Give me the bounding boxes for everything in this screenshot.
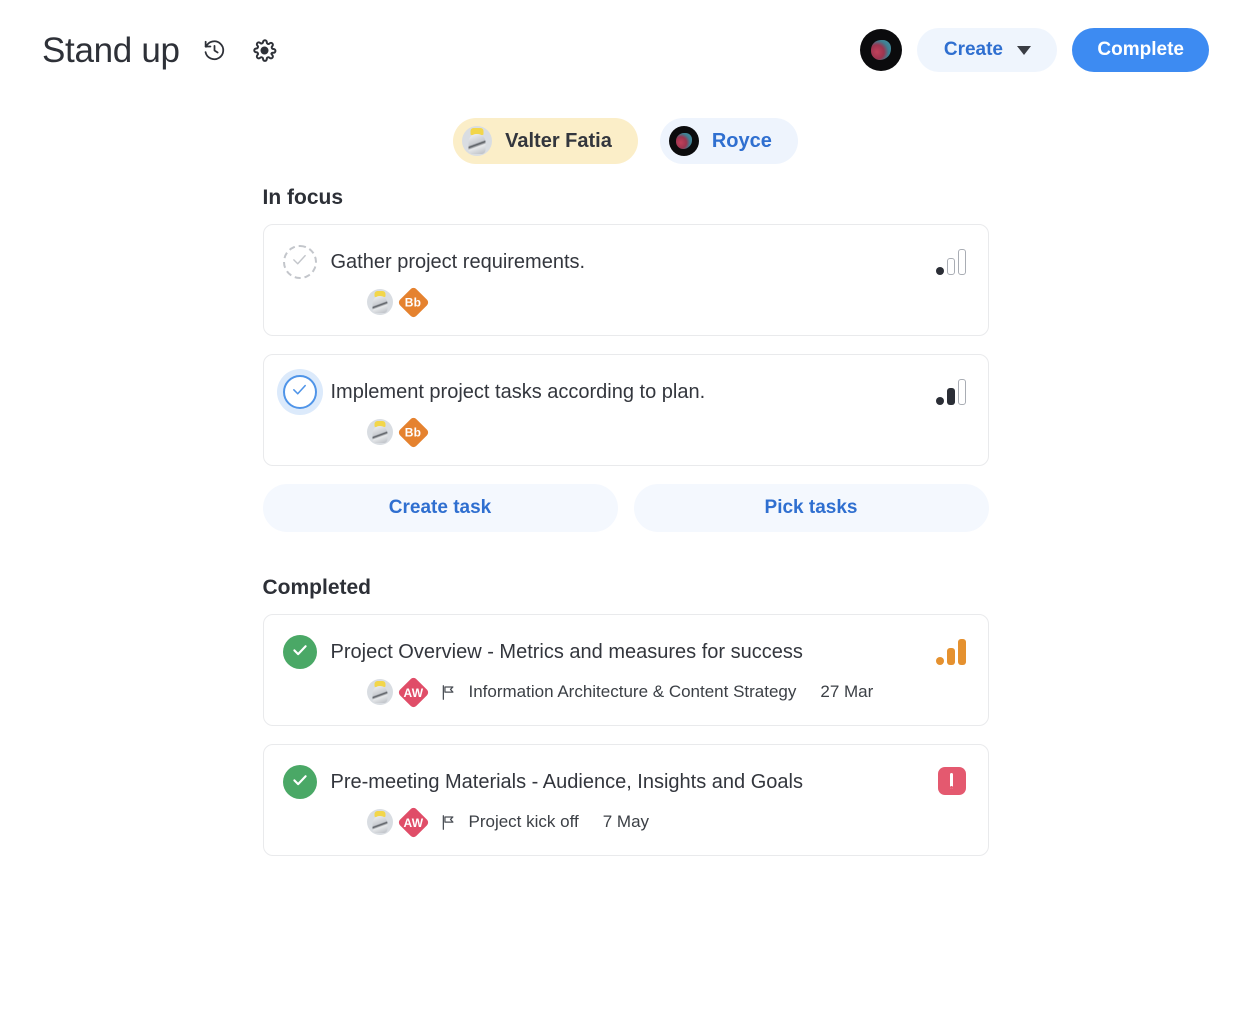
alert-exclamation-badge[interactable] [937,767,966,795]
task-actions-row: Create task Pick tasks [262,484,989,532]
project-badge-label: Bb [404,425,422,439]
task-meta-row: AW Information Architecture & Content St… [366,675,924,709]
task-meta-row: Bb [366,415,924,449]
person-pill-valter-fatia[interactable]: Valter Fatia [453,118,638,164]
task-title: Project Overview - Metrics and measures … [330,641,803,663]
task-card-row: Pre-meeting Materials - Audience, Insigh… [282,765,966,839]
milestone-name: Information Architecture & Content Strat… [468,682,797,701]
project-badge-bb[interactable]: Bb [396,415,430,449]
chevron-down-icon [1017,45,1031,55]
create-button[interactable]: Create [917,28,1058,72]
task-card-row: Implement project tasks according to pla… [282,375,966,449]
project-badge-aw[interactable]: AW [396,805,430,839]
complete-button[interactable]: Complete [1072,28,1209,72]
header-actions: Create Complete [860,28,1209,72]
priority-bar-1 [935,267,944,275]
milestone-name: Project kick off [468,812,579,831]
create-button-label: Create [943,39,1003,60]
priority-bar-3 [957,639,966,665]
check-icon [291,771,309,794]
task-checkbox-checked[interactable] [282,635,317,669]
settings-icon-button[interactable] [250,35,280,65]
create-task-button[interactable]: Create task [262,484,618,532]
royce-avatar [668,126,699,156]
valter-avatar[interactable] [366,679,393,705]
priority-bars-medium[interactable] [935,379,966,405]
check-icon [291,251,308,273]
flag-icon [439,813,458,832]
in-focus-heading: In focus [262,186,344,209]
main-content: In focus Gather project requirements. Bb [262,164,989,856]
person-pill-label: Royce [711,129,772,152]
task-checkbox-focused[interactable] [282,375,317,409]
check-icon [291,641,309,664]
priority-bar-1 [935,397,944,405]
task-card-body: Project Overview - Metrics and measures … [317,635,924,709]
task-card-body: Implement project tasks according to pla… [317,375,924,449]
task-meta-row: Bb [366,285,924,319]
task-date: 7 May [602,812,650,831]
task-card-body: Pre-meeting Materials - Audience, Insigh… [317,765,926,839]
priority-bar-3 [957,379,966,405]
check-icon [291,381,308,403]
task-card[interactable]: Project Overview - Metrics and measures … [262,614,989,726]
task-checkbox-checked[interactable] [282,765,317,799]
page-title: Stand up [42,30,180,70]
exclamation-icon [950,773,953,789]
pick-tasks-button[interactable]: Pick tasks [633,484,989,532]
project-badge-label: AW [403,814,423,829]
project-badge-label: Bb [404,295,422,309]
project-badge-aw[interactable]: AW [396,675,430,709]
app-header: Stand up Create Complete [0,0,1251,100]
task-title: Implement project tasks according to pla… [330,381,706,403]
person-pill-label: Valter Fatia [505,129,612,152]
task-checkbox-unchecked[interactable] [282,245,317,279]
priority-bar-2 [946,388,955,405]
task-card[interactable]: Gather project requirements. Bb [262,224,989,336]
people-filter-row: Valter Fatia Royce [0,118,1251,164]
valter-avatar [462,126,493,156]
history-icon [202,38,227,63]
task-date: 27 Mar [820,682,874,701]
history-icon-button[interactable] [200,35,230,65]
valter-avatar[interactable] [366,289,393,315]
header-user-avatar[interactable] [860,29,903,71]
task-title: Pre-meeting Materials - Audience, Insigh… [330,771,803,793]
task-card[interactable]: Pre-meeting Materials - Audience, Insigh… [262,744,989,856]
person-pill-royce[interactable]: Royce [659,118,798,164]
priority-bar-1 [935,657,944,665]
priority-bars-low[interactable] [935,249,966,275]
task-card-body: Gather project requirements. Bb [317,245,924,319]
priority-bar-3 [957,249,966,275]
valter-avatar[interactable] [366,419,393,445]
header-title-group: Stand up [42,33,280,68]
task-card-row: Project Overview - Metrics and measures … [282,635,966,709]
priority-bars-high[interactable] [935,639,966,665]
completed-heading: Completed [262,576,372,599]
task-title: Gather project requirements. [330,251,586,273]
priority-bar-2 [946,258,955,275]
project-badge-label: AW [403,684,423,699]
gear-icon [252,38,277,63]
valter-avatar[interactable] [366,809,393,835]
priority-bar-2 [946,648,955,665]
task-meta-row: AW Project kick off 7 May [366,805,926,839]
flag-icon [439,683,458,702]
task-card-row: Gather project requirements. Bb [282,245,966,319]
project-badge-bb[interactable]: Bb [396,285,430,319]
task-card[interactable]: Implement project tasks according to pla… [262,354,989,466]
